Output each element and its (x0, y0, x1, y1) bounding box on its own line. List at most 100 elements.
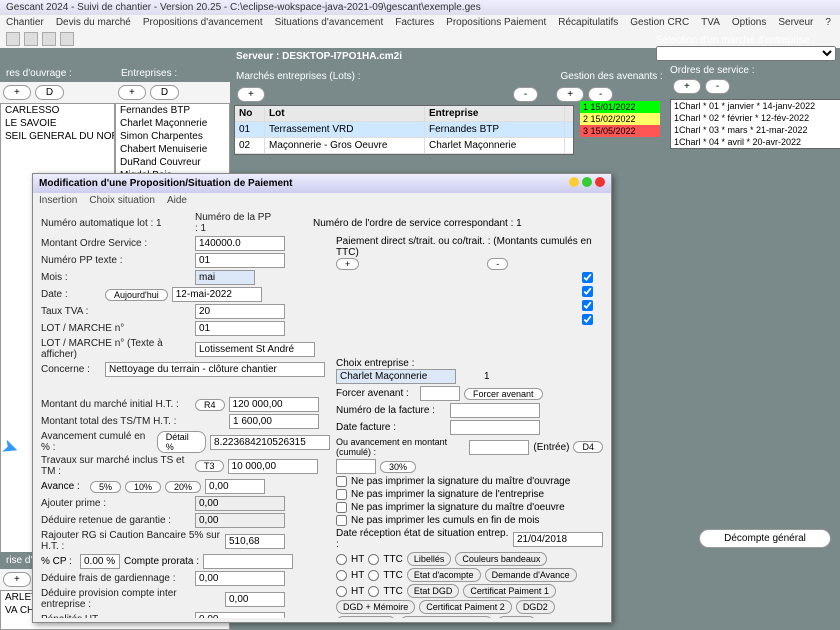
tool-icon[interactable] (42, 32, 56, 46)
couleurs-button[interactable]: Couleurs bandeaux (455, 552, 547, 566)
dre-input[interactable] (513, 532, 603, 547)
mois-input[interactable] (195, 270, 255, 285)
tool-icon[interactable] (60, 32, 74, 46)
cb4-check[interactable] (336, 515, 347, 526)
pd-check[interactable] (582, 272, 593, 283)
add-os-button[interactable]: + (673, 79, 701, 94)
mmi-input[interactable] (229, 397, 319, 412)
menu-item[interactable]: Factures (395, 17, 434, 28)
add-lot-button[interactable]: + (237, 87, 265, 102)
cpr-input[interactable] (203, 554, 293, 569)
dialog-menu-item[interactable]: Aide (167, 195, 187, 206)
min-icon[interactable] (569, 177, 579, 187)
pen-input[interactable] (195, 612, 285, 618)
etat-dgd2-button[interactable]: Etat DGD 2 (336, 616, 396, 618)
avc-input[interactable] (210, 435, 330, 450)
tool-icon[interactable] (6, 32, 20, 46)
conc-input[interactable] (105, 362, 325, 377)
fa-input[interactable] (420, 386, 460, 401)
today-button[interactable]: Aujourd'hui (105, 289, 168, 301)
menu-item[interactable]: Options (732, 17, 766, 28)
pct5-button[interactable]: 5% (90, 481, 121, 493)
avenants-list[interactable]: 1 15/01/20222 15/02/20223 15/05/2022 (580, 101, 660, 137)
menu-item[interactable]: ? (825, 17, 831, 28)
r4-button[interactable]: R4 (195, 399, 225, 411)
mts-input[interactable] (229, 414, 319, 429)
d-button[interactable]: D (35, 85, 64, 100)
cb3-check[interactable] (336, 502, 347, 513)
dgd-memoire-button[interactable]: DGD + Mémoire (336, 600, 415, 614)
dgd3-button[interactable]: DGD3 (497, 616, 536, 618)
pd-check[interactable] (582, 286, 593, 297)
menu-item[interactable]: Récapitulatifs (558, 17, 618, 28)
dpc-input[interactable] (225, 592, 285, 607)
pct10-button[interactable]: 10% (125, 481, 161, 493)
lots-table[interactable]: NoLotEntreprise01Terrassement VRDFernand… (234, 105, 574, 155)
cp3-button[interactable]: Certificat Paiment 3 (400, 616, 493, 618)
tool-icon[interactable] (24, 32, 38, 46)
dialog-menu-item[interactable]: Choix situation (89, 195, 155, 206)
tmts-input[interactable] (228, 459, 318, 474)
df-input[interactable] (450, 420, 540, 435)
menu-item[interactable]: Propositions d'avancement (143, 17, 263, 28)
dialog-menu-item[interactable]: Insertion (39, 195, 77, 206)
av-input[interactable] (205, 479, 265, 494)
max-icon[interactable] (582, 177, 592, 187)
ap-input[interactable] (195, 496, 285, 511)
menu-item[interactable]: Gestion CRC (630, 17, 689, 28)
ce-input[interactable] (336, 369, 456, 384)
cb1-check[interactable] (336, 476, 347, 487)
os-list[interactable]: 1Charl * 01 * janvier * 14-janv-20221Cha… (670, 99, 840, 149)
remove-av-button[interactable]: - (588, 87, 613, 102)
oam-input[interactable] (469, 440, 529, 455)
etat-acompte-button[interactable]: Etat d'acompte (407, 568, 481, 582)
add-ent-button[interactable]: + (118, 85, 146, 100)
ppt-input[interactable] (195, 253, 285, 268)
force-av-button[interactable]: Forcer avenant (464, 388, 543, 400)
add-owner-button[interactable]: + (3, 85, 31, 100)
drg-input[interactable] (195, 513, 285, 528)
libelles-button[interactable]: Libellés (407, 552, 452, 566)
pd-add-button[interactable]: + (336, 258, 359, 270)
d4-button[interactable]: D4 (573, 441, 603, 453)
date-input[interactable] (172, 287, 262, 302)
selection-dropdown[interactable] (656, 46, 836, 61)
ht-radio[interactable] (336, 554, 347, 565)
menu-item[interactable]: TVA (701, 17, 720, 28)
pd-check[interactable] (582, 300, 593, 311)
decompte-button[interactable]: Décompte général (699, 529, 831, 548)
menu-item[interactable]: Propositions Paiement (446, 17, 546, 28)
rrg-input[interactable] (225, 534, 285, 549)
lotm-input[interactable] (195, 321, 285, 336)
mos-input[interactable] (195, 236, 285, 251)
cp2-button[interactable]: Certificat Paiment 2 (419, 600, 512, 614)
cb2-check[interactable] (336, 489, 347, 500)
d-button[interactable]: D (150, 85, 179, 100)
pd-remove-button[interactable]: - (487, 258, 508, 270)
cp1-button[interactable]: Certificat Paiment 1 (463, 584, 556, 598)
menu-item[interactable]: Chantier (6, 17, 44, 28)
lott-input[interactable] (195, 342, 315, 357)
tva-input[interactable] (195, 304, 285, 319)
add-av-button[interactable]: + (556, 87, 584, 102)
pct20-button[interactable]: 20% (165, 481, 201, 493)
pct30-button[interactable]: 30% (380, 461, 416, 473)
menu-item[interactable]: Situations d'avancement (275, 17, 384, 28)
remove-os-button[interactable]: - (705, 79, 730, 94)
menu-item[interactable]: Devis du marché (56, 17, 131, 28)
dgd2-button[interactable]: DGD2 (516, 600, 555, 614)
pct-input[interactable] (336, 459, 376, 474)
t3-button[interactable]: T3 (195, 460, 224, 472)
nf-input[interactable] (450, 403, 540, 418)
pd-check[interactable] (582, 314, 593, 325)
detail-pct-button[interactable]: Détail % (157, 431, 206, 453)
etat-dgd-button[interactable]: Etat DGD (407, 584, 460, 598)
close-icon[interactable] (595, 177, 605, 187)
demande-avance-button[interactable]: Demande d'Avance (485, 568, 577, 582)
add-bot-button[interactable]: + (3, 572, 31, 587)
cp-input[interactable] (80, 554, 120, 569)
remove-lot-button[interactable]: - (513, 87, 538, 102)
menu-item[interactable]: Serveur (778, 17, 813, 28)
ttc-radio[interactable] (368, 554, 379, 565)
dfg-input[interactable] (195, 571, 285, 586)
